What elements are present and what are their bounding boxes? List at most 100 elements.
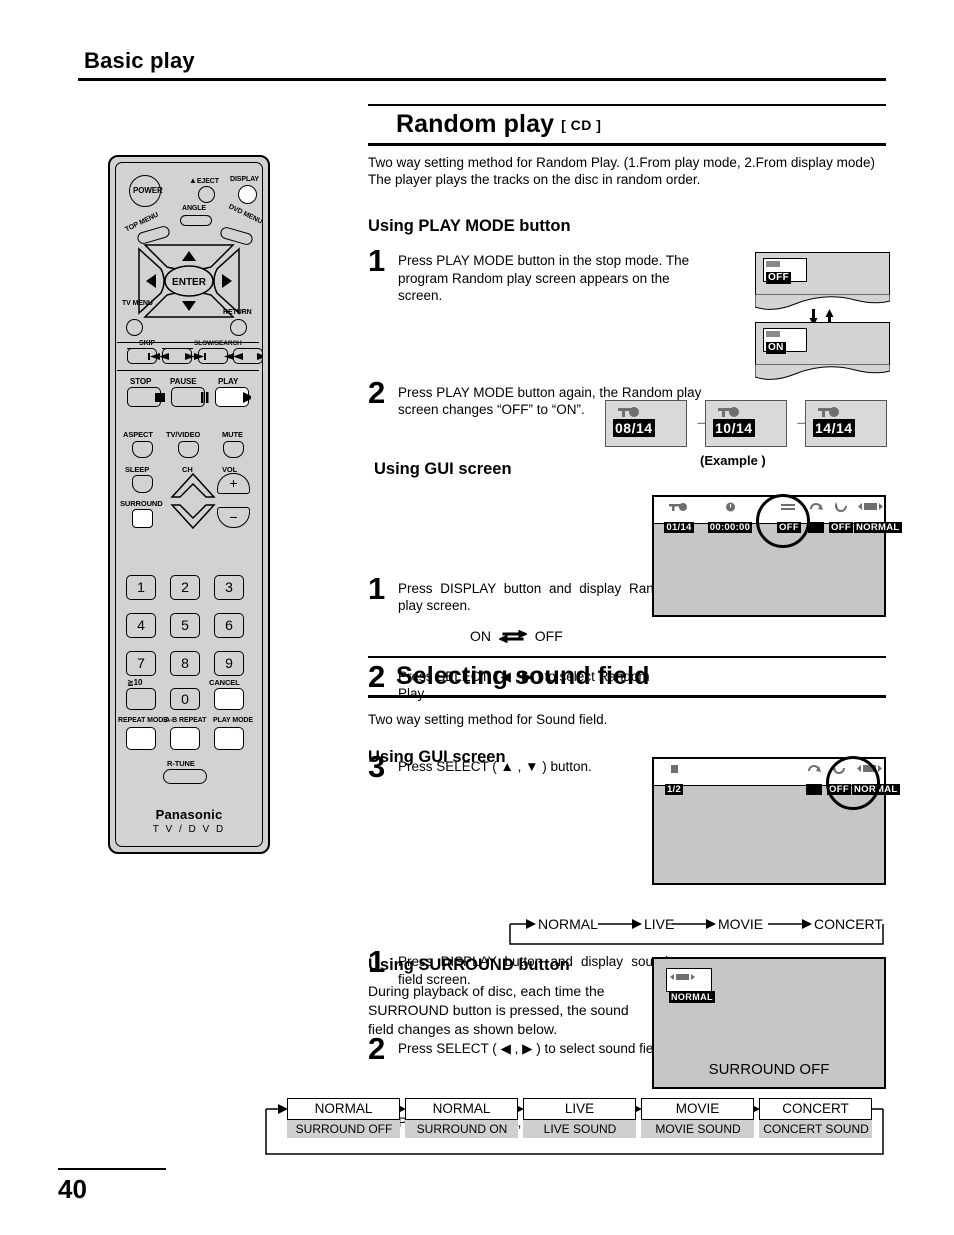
gui-time-value: 00:00:00	[707, 522, 753, 533]
cycle-label-movie: MOVIE	[718, 916, 763, 932]
remote-number-4[interactable]: 4	[126, 613, 156, 638]
remote-number-5[interactable]: 5	[170, 613, 200, 638]
ab-repeat-icon	[809, 503, 823, 510]
cycle-arrows: NORMAL LIVE MOVIE CONCERT	[509, 916, 884, 945]
random-play-intro-line2: The player plays the tracks on the disc …	[368, 171, 701, 187]
playmode-step-2-number: 2	[368, 374, 386, 410]
random-toggle-row: ON OFF	[470, 628, 563, 644]
gui-ab-value-2	[806, 784, 822, 795]
remote-number-1[interactable]: 1	[126, 575, 156, 600]
random-play-intro: Two way setting method for Random Play. …	[368, 155, 888, 188]
remote-number-7[interactable]: 7	[126, 651, 156, 676]
remote-eject-label: ▲EJECT	[189, 176, 219, 185]
remote-number-2[interactable]: 2	[170, 575, 200, 600]
remote-sleep-label: SLEEP	[125, 465, 150, 474]
cycle-label-live: LIVE	[644, 916, 674, 932]
matrix-mode-4: MOVIE	[641, 1098, 754, 1120]
page-title: Basic play	[84, 48, 195, 73]
matrix-mode-2: NORMAL	[405, 1098, 518, 1120]
random-play-section-heading: Random play [ CD ]	[368, 104, 886, 146]
osd-random-on: ON	[763, 328, 807, 354]
matrix-mode-5: CONCERT	[759, 1098, 872, 1120]
remote-channel-rocker[interactable]	[170, 471, 216, 533]
random-play-title: Random play [ CD ]	[396, 110, 602, 138]
remote-ab-repeat-label: A-B REPEAT	[165, 717, 207, 724]
surround-screen-caption: SURROUND OFF	[708, 1061, 830, 1078]
matrix-mode-3: LIVE	[523, 1098, 636, 1120]
surround-text: During playback of disc, each time the S…	[368, 983, 629, 1037]
remote-tv-video-label: TV/VIDEO	[166, 430, 201, 439]
remote-sleep-button[interactable]	[132, 475, 153, 493]
remote-number-0[interactable]: 0	[170, 688, 200, 710]
remote-mute-button[interactable]	[223, 441, 244, 458]
playmode-step-1-number: 1	[368, 243, 386, 278]
remote-cancel-button[interactable]	[214, 688, 244, 710]
track-icon	[818, 407, 839, 417]
gui-chapter-value: 1/2	[664, 784, 684, 795]
remote-ab-repeat-button[interactable]	[170, 727, 200, 750]
remote-surround-button[interactable]	[132, 509, 153, 528]
remote-return-button[interactable]	[230, 319, 247, 336]
track-icon	[669, 503, 687, 511]
remote-play-mode-button[interactable]	[214, 727, 244, 750]
track-chip-3-value: 14/14	[813, 419, 855, 437]
matrix-state-2: SURROUND ON	[405, 1120, 518, 1138]
remote-stop-label: STOP	[130, 377, 152, 386]
remote-display-button[interactable]	[238, 185, 257, 204]
osd-random-off: OFF	[763, 258, 807, 284]
cycle-label-concert: CONCERT	[814, 916, 883, 932]
svg-text:ENTER: ENTER	[172, 277, 207, 288]
page-number: 40	[58, 1174, 87, 1204]
remote-mute-label: MUTE	[222, 430, 243, 439]
brand-subtitle: T V / D V D	[152, 824, 226, 835]
remote-r-tune-button[interactable]	[163, 769, 207, 784]
gui-ab-value	[808, 522, 824, 533]
track-chip-3: 14/14	[805, 400, 887, 447]
sound-gui-step-2: 2 Press SELECT ( ◀ , ▶ ) to select sound…	[368, 1033, 674, 1064]
stop-pause-play-icons	[155, 392, 251, 403]
remote-angle-label: ANGLE	[182, 205, 207, 212]
sound-field-gui-heading: Using GUI screen	[368, 748, 506, 766]
surround-heading: Using SURROUND button	[368, 956, 570, 974]
sound-field-title: Selecting sound field	[396, 662, 650, 690]
remote-display-label: DISPLAY	[230, 176, 259, 183]
remote-aspect-button[interactable]	[132, 441, 153, 458]
gui-chapter-field: 1/2	[659, 761, 689, 797]
matrix-state-5: CONCERT SOUND	[759, 1120, 872, 1138]
track-chip-1: 08/14	[605, 400, 687, 447]
remote-number-8[interactable]: 8	[170, 651, 200, 676]
remote-play-mode-label: PLAY MODE	[213, 717, 253, 724]
random-gui-heading: Using GUI screen	[374, 460, 512, 478]
screen-graphic-random-on: ON	[755, 322, 890, 380]
matrix-mode-1: NORMAL	[287, 1098, 400, 1120]
remote-number-6[interactable]: 6	[214, 613, 244, 638]
matrix-cell-5: CONCERT CONCERT SOUND	[759, 1098, 872, 1138]
remote-tv-video-button[interactable]	[178, 441, 199, 458]
sound-gui-step-2-text: Press SELECT ( ◀ , ▶ ) to select sound f…	[398, 1041, 668, 1056]
page-header: Basic play	[78, 48, 886, 81]
remote-cancel-label: CANCEL	[209, 678, 240, 687]
sound-field-cycle-diagram: NORMAL LIVE MOVIE CONCERT	[506, 912, 887, 946]
transport-group-top	[117, 342, 259, 343]
remote-eject-button[interactable]	[198, 186, 215, 203]
remote-repeat-mode-button[interactable]	[126, 727, 156, 750]
remote-angle-button[interactable]	[180, 215, 212, 226]
remote-number-3[interactable]: 3	[214, 575, 244, 600]
remote-return-label: RETURN	[223, 309, 252, 316]
remote-tv-menu-button[interactable]	[126, 319, 143, 336]
playmode-heading: Using PLAY MODE button	[368, 217, 571, 235]
gui-track-value: 01/14	[664, 522, 694, 533]
osd-random-on-value: ON	[766, 342, 786, 354]
random-toggle-off: OFF	[534, 628, 563, 644]
osd-random-off-value: OFF	[766, 272, 792, 284]
surround-mode-matrix: NORMAL SURROUND OFF NORMAL SURROUND ON L…	[262, 1098, 887, 1160]
track-chip-1-value: 08/14	[613, 419, 655, 437]
random-toggle-on: ON	[470, 628, 491, 644]
remote-brand: Panasonic T V / D V D	[110, 807, 268, 835]
track-chip-2: 10/14	[705, 400, 787, 447]
remote-surround-label: SURROUND	[120, 499, 163, 508]
remote-aspect-label: ASPECT	[123, 430, 153, 439]
remote-number-9[interactable]: 9	[214, 651, 244, 676]
remote-ten-plus-button[interactable]	[126, 688, 156, 710]
sound-field-intro: Two way setting method for Sound field.	[368, 712, 608, 727]
